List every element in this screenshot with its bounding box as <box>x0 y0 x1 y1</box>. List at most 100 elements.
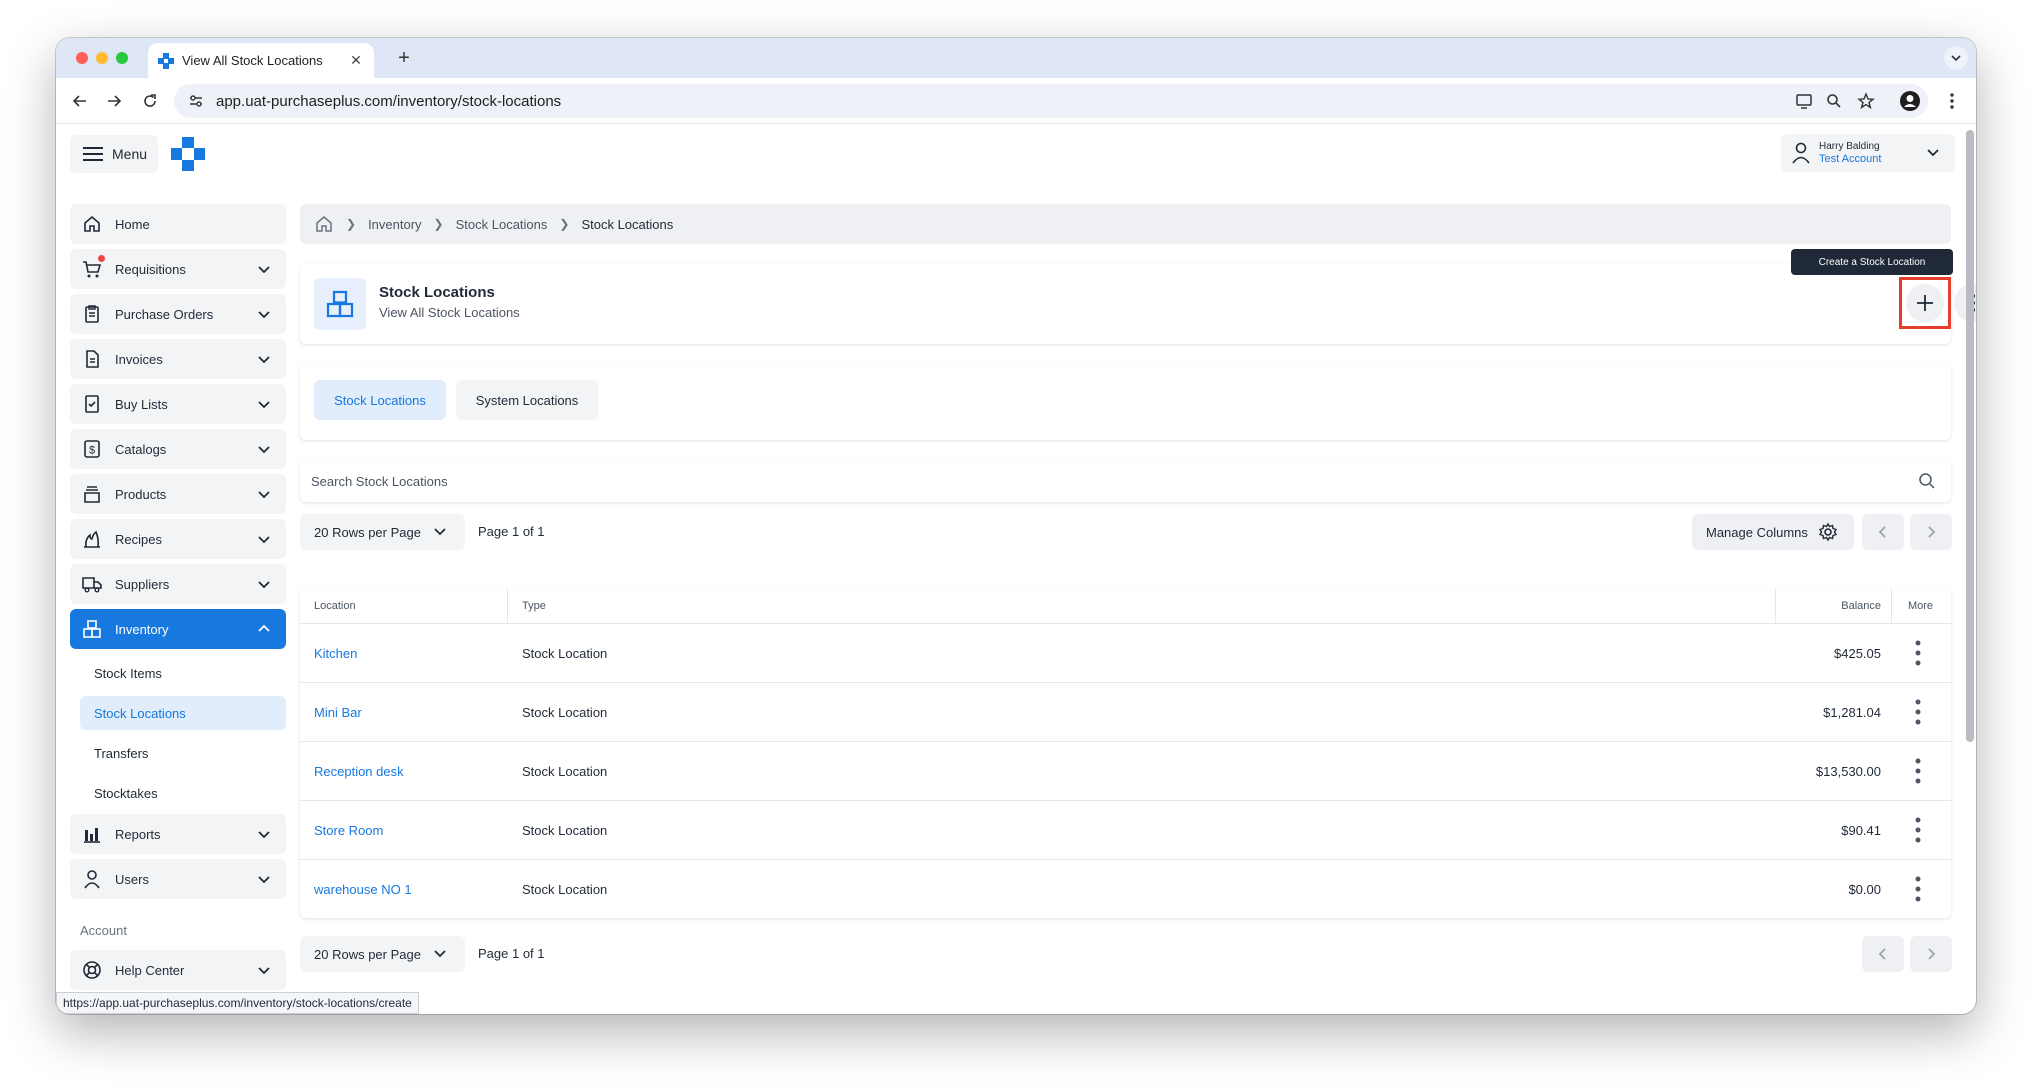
sidebar-item-label: Recipes <box>115 531 162 547</box>
chevron-right-icon: ❯ <box>433 217 444 231</box>
column-header-type: Type <box>522 600 546 612</box>
chevron-down-icon <box>256 441 272 457</box>
sidebar-item-recipes[interactable]: Recipes <box>70 519 286 559</box>
reload-button[interactable] <box>138 89 162 113</box>
sidebar-subitem-stock-items[interactable]: Stock Items <box>80 656 286 690</box>
install-app-button[interactable] <box>1792 89 1816 113</box>
breadcrumb-item-stock-locations[interactable]: Stock Locations <box>456 217 548 232</box>
sidebar-item-inventory[interactable]: Inventory <box>70 609 286 649</box>
browser-tab[interactable]: View All Stock Locations ✕ <box>148 43 374 78</box>
location-balance: $425.05 <box>1834 645 1881 661</box>
truck-icon <box>82 574 102 594</box>
sidebar-item-products[interactable]: Products <box>70 474 286 514</box>
site-settings-icon[interactable] <box>186 91 206 111</box>
sidebar-item-requisitions[interactable]: Requisitions <box>70 249 286 289</box>
sidebar-item-purchase-orders[interactable]: Purchase Orders <box>70 294 286 334</box>
user-menu[interactable]: Harry Balding Test Account <box>1781 134 1955 172</box>
close-window-button[interactable] <box>76 52 88 64</box>
browser-menu-button[interactable] <box>1940 89 1964 113</box>
column-header-location: Location <box>314 600 356 612</box>
maximize-window-button[interactable] <box>116 52 128 64</box>
row-more-button[interactable] <box>1905 758 1931 784</box>
sidebar-item-catalogs[interactable]: $ Catalogs <box>70 429 286 469</box>
document-icon <box>82 349 102 369</box>
table-row: warehouse NO 1 Stock Location $0.00 <box>300 860 1951 918</box>
svg-text:$: $ <box>89 445 95 457</box>
menu-button[interactable]: Menu <box>70 135 158 173</box>
gear-icon <box>1818 522 1837 542</box>
sidebar-item-reports[interactable]: Reports <box>70 814 286 854</box>
back-button[interactable] <box>68 89 92 113</box>
bookmark-button[interactable] <box>1854 89 1878 113</box>
pagination-bottom: 20 Rows per Page Page 1 of 1 <box>300 936 1952 972</box>
sidebar-item-users[interactable]: Users <box>70 859 286 899</box>
row-more-button[interactable] <box>1905 817 1931 843</box>
rows-per-page-select[interactable]: 20 Rows per Page <box>300 936 465 972</box>
minimize-window-button[interactable] <box>96 52 108 64</box>
chevron-down-icon <box>256 576 272 592</box>
tab-search-button[interactable] <box>1944 46 1968 70</box>
sidebar-item-buy-lists[interactable]: Buy Lists <box>70 384 286 424</box>
sidebar-item-suppliers[interactable]: Suppliers <box>70 564 286 604</box>
column-header-more: More <box>1907 600 1933 612</box>
chevron-down-icon <box>256 351 272 367</box>
zoom-icon <box>1827 94 1841 108</box>
page-info: Page 1 of 1 <box>478 946 545 961</box>
sidebar-item-home[interactable]: Home <box>70 204 286 244</box>
lifebuoy-icon <box>82 960 102 980</box>
arrow-right-icon <box>108 95 122 107</box>
chevron-down-icon <box>256 261 272 277</box>
prev-page-button[interactable] <box>1862 514 1904 550</box>
row-more-button[interactable] <box>1905 876 1931 902</box>
notification-dot <box>98 255 105 262</box>
chevron-right-icon: ❯ <box>559 217 570 231</box>
tab-stock-locations[interactable]: Stock Locations <box>314 380 446 420</box>
manage-columns-button[interactable]: Manage Columns <box>1692 514 1854 550</box>
sidebar-subitem-stock-locations[interactable]: Stock Locations <box>80 696 286 730</box>
address-bar[interactable]: app.uat-purchaseplus.com/inventory/stock… <box>174 84 1928 118</box>
new-tab-button[interactable]: + <box>392 46 416 70</box>
rows-per-page-select[interactable]: 20 Rows per Page <box>300 514 465 550</box>
forward-button[interactable] <box>102 89 126 113</box>
page-header: Stock Locations View All Stock Locations <box>300 264 1976 344</box>
sidebar-item-invoices[interactable]: Invoices <box>70 339 286 379</box>
tab-system-locations[interactable]: System Locations <box>456 380 598 420</box>
chevron-left-icon <box>1878 948 1886 960</box>
table-row: Reception desk Stock Location $13,530.00 <box>300 742 1951 801</box>
location-link[interactable]: Kitchen <box>314 624 357 682</box>
sidebar-item-label: Invoices <box>115 351 163 367</box>
location-type: Stock Location <box>522 645 608 661</box>
sidebar-subitem-transfers[interactable]: Transfers <box>80 736 286 770</box>
breadcrumb-item-inventory[interactable]: Inventory <box>368 217 421 232</box>
location-link[interactable]: Mini Bar <box>314 683 362 741</box>
zoom-button[interactable] <box>1822 89 1846 113</box>
home-icon[interactable] <box>314 214 334 234</box>
location-link[interactable]: Store Room <box>314 801 383 859</box>
sidebar-subitem-stocktakes[interactable]: Stocktakes <box>80 776 286 810</box>
app-header: Menu Harry Balding Test Account <box>56 124 1976 186</box>
sidebar-item-label: Home <box>115 216 150 232</box>
sidebar-item-label: Suppliers <box>115 576 170 592</box>
page-scrollbar[interactable] <box>1966 130 1974 742</box>
search-input[interactable] <box>311 473 1917 489</box>
tab-close-icon[interactable]: ✕ <box>348 52 364 69</box>
next-page-button[interactable] <box>1910 514 1952 550</box>
purchaseplus-logo[interactable] <box>171 137 205 171</box>
location-link[interactable]: warehouse NO 1 <box>314 860 412 918</box>
next-page-button[interactable] <box>1910 936 1952 972</box>
tabs-card: Stock Locations System Locations <box>300 364 1951 440</box>
location-link[interactable]: Reception desk <box>314 742 404 800</box>
row-more-button[interactable] <box>1905 640 1931 666</box>
create-tooltip: Create a Stock Location <box>1791 249 1953 275</box>
rows-per-page-label: 20 Rows per Page <box>314 946 421 962</box>
prev-page-button[interactable] <box>1862 936 1904 972</box>
row-more-button[interactable] <box>1905 699 1931 725</box>
sidebar-item-help-center[interactable]: Help Center <box>70 950 286 990</box>
profile-button[interactable] <box>1898 89 1922 113</box>
chevron-down-icon <box>1927 149 1939 157</box>
search-icon[interactable] <box>1917 471 1937 491</box>
breadcrumb-current: Stock Locations <box>581 216 674 232</box>
user-icon <box>1792 142 1810 164</box>
chevron-down-icon <box>256 396 272 412</box>
chevron-down-icon <box>431 945 449 963</box>
